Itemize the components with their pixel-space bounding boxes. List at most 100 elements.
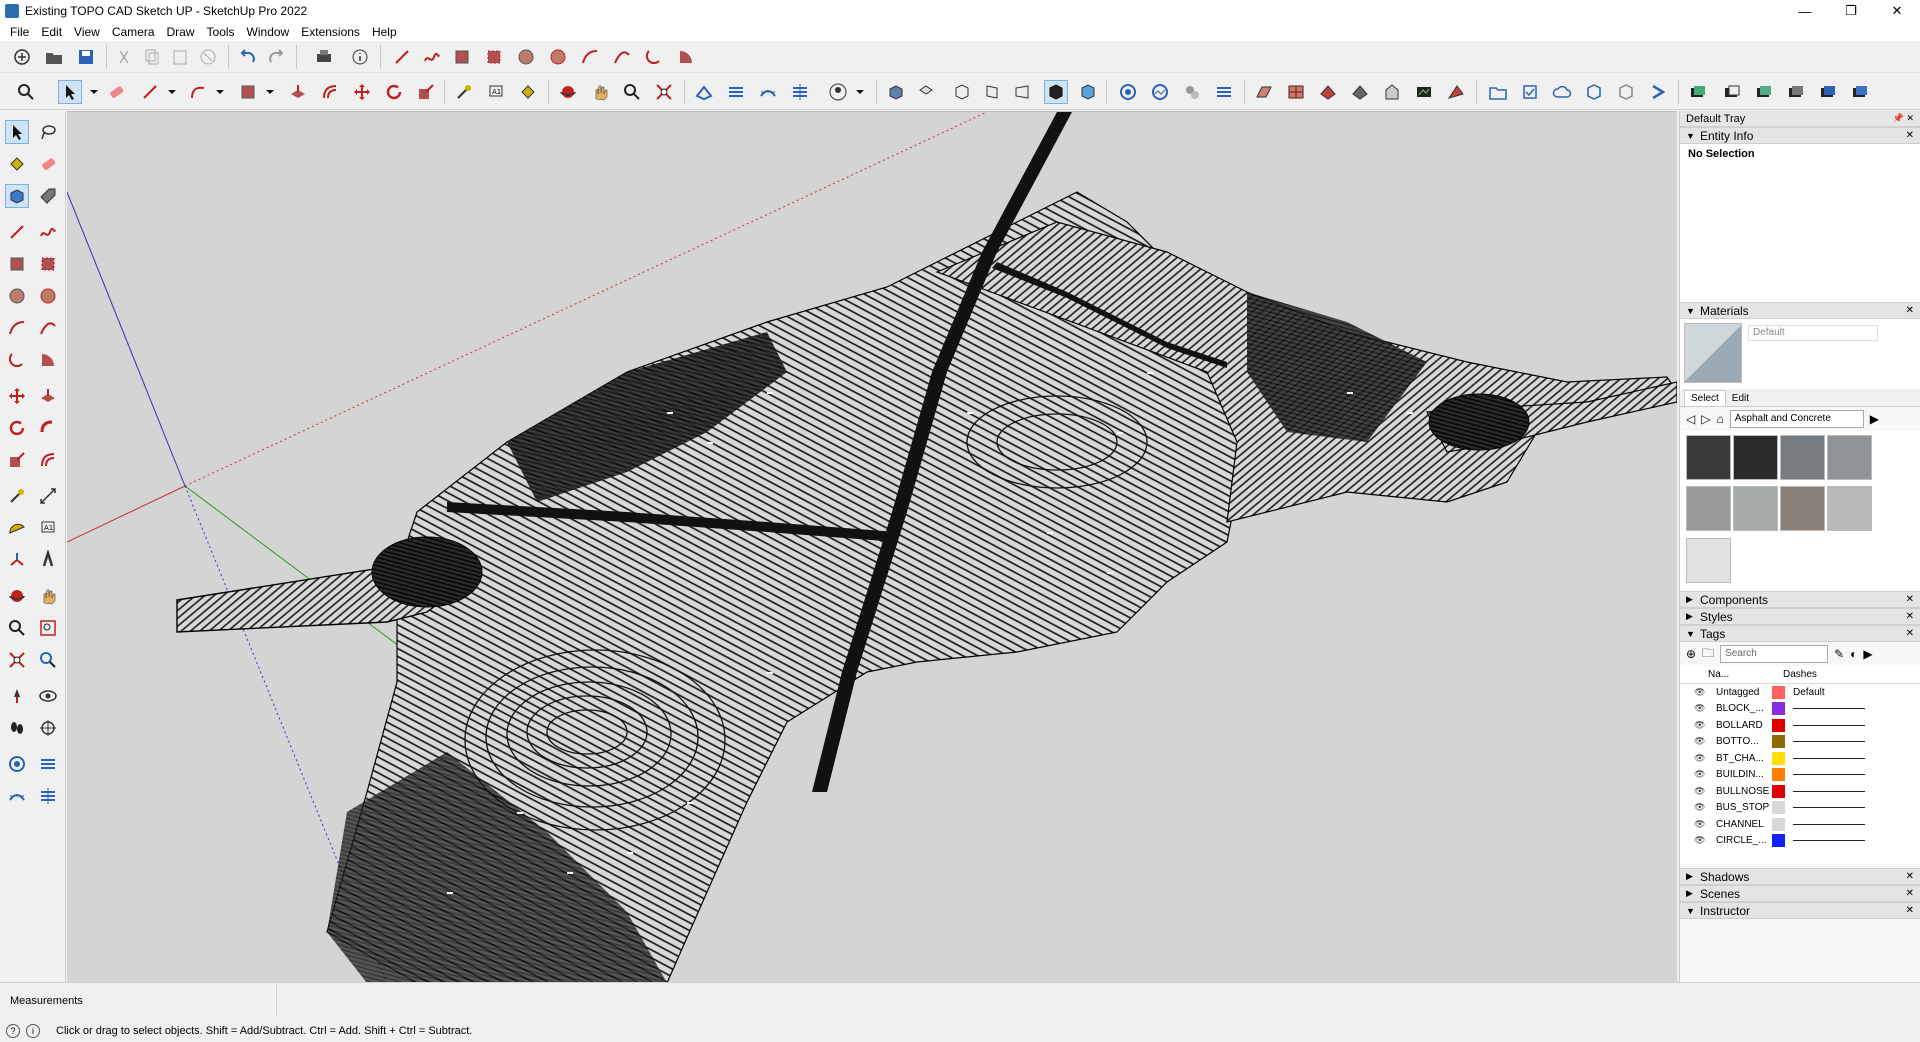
three-point-arc-icon[interactable]	[642, 45, 666, 69]
panel-close-icon[interactable]: ✕	[1906, 305, 1914, 316]
undo-icon[interactable]	[236, 45, 260, 69]
tag-color-swatch[interactable]	[1772, 751, 1785, 765]
tags-col-dashes[interactable]: Dashes	[1783, 669, 1817, 680]
search-icon[interactable]	[14, 80, 38, 104]
push-pull-icon[interactable]	[36, 384, 60, 408]
paint-bucket-icon[interactable]	[5, 152, 29, 176]
three-point-arc-icon[interactable]	[5, 348, 29, 372]
material-library-select[interactable]: Asphalt and Concrete	[1729, 410, 1864, 428]
layout-icon[interactable]	[1444, 80, 1468, 104]
roundabout-east[interactable]	[1428, 393, 1530, 451]
extension-warehouse-icon[interactable]	[1412, 80, 1436, 104]
back-view-icon[interactable]	[1010, 80, 1034, 104]
tag-color-swatch[interactable]	[1772, 784, 1785, 798]
select-tool-icon[interactable]	[5, 120, 29, 144]
display-section-cuts-icon[interactable]	[1348, 80, 1372, 104]
tag-pencil-icon[interactable]: ✎	[1834, 647, 1844, 661]
iso-view-icon[interactable]	[884, 80, 908, 104]
trimble-connect-icon[interactable]	[1582, 80, 1606, 104]
print-icon[interactable]	[312, 45, 336, 69]
add-location-icon[interactable]	[1116, 80, 1140, 104]
home-icon[interactable]: ⌂	[1716, 412, 1723, 426]
tag-color-swatch[interactable]	[1772, 735, 1785, 749]
rectangle-tool-icon[interactable]	[450, 45, 474, 69]
layer-tool-1-icon[interactable]	[1686, 80, 1710, 104]
material-name-field[interactable]: Default	[1748, 325, 1878, 341]
paint-bucket-icon[interactable]	[516, 80, 540, 104]
follow-me-icon[interactable]	[36, 416, 60, 440]
position-camera-icon[interactable]	[5, 684, 29, 708]
menu-draw[interactable]: Draw	[161, 25, 201, 39]
tag-row[interactable]: 👁 BLOCK_...	[1680, 701, 1920, 718]
add-tag-folder-icon[interactable]: 🗀	[1702, 644, 1714, 665]
material-tile[interactable]	[1686, 486, 1731, 532]
model-viewport[interactable]	[67, 111, 1677, 982]
instructor-header[interactable]: ▼ Instructor ✕	[1680, 902, 1920, 919]
eraser-tool-icon[interactable]	[36, 152, 60, 176]
save-icon[interactable]	[74, 45, 98, 69]
arc-dropdown-icon[interactable]	[208, 80, 232, 104]
front-view-icon[interactable]	[950, 80, 974, 104]
visibility-eye-icon[interactable]: 👁	[1694, 835, 1708, 846]
rectangle-tool-icon[interactable]	[236, 80, 260, 104]
shaded-style-icon[interactable]	[1076, 80, 1100, 104]
maximize-button[interactable]: ❐	[1828, 0, 1874, 22]
pan-tool-icon[interactable]	[36, 584, 60, 608]
tag-row[interactable]: 👁 BOTTO...	[1680, 734, 1920, 751]
current-material-swatch[interactable]	[1684, 323, 1742, 383]
axes-tool-icon[interactable]	[5, 548, 29, 572]
cut-icon[interactable]	[112, 45, 136, 69]
tags-search-input[interactable]: Search	[1720, 645, 1829, 663]
two-point-arc-icon[interactable]	[610, 45, 634, 69]
circle-tool-icon[interactable]	[514, 45, 538, 69]
tag-color-swatch[interactable]	[1772, 834, 1785, 848]
shape-dropdown-icon[interactable]	[258, 80, 282, 104]
close-button[interactable]: ✕	[1874, 0, 1920, 22]
make-component-icon[interactable]	[5, 184, 29, 208]
line-dropdown-icon[interactable]	[160, 80, 184, 104]
rotate-tool-icon[interactable]	[5, 416, 29, 440]
topo-model-canvas[interactable]	[67, 112, 1677, 982]
offset-tool-icon[interactable]	[318, 80, 342, 104]
move-tool-icon[interactable]	[5, 384, 29, 408]
smoove-icon[interactable]	[5, 784, 29, 808]
sandbox-from-contours-icon[interactable]	[692, 80, 716, 104]
panel-close-icon[interactable]: ✕	[1906, 871, 1914, 882]
tag-color-swatch[interactable]	[1772, 768, 1785, 782]
line-tool-icon[interactable]	[138, 80, 162, 104]
hidden-line-style-icon[interactable]	[1044, 80, 1068, 104]
freehand-tool-icon[interactable]	[420, 45, 444, 69]
menu-tools[interactable]: Tools	[201, 25, 241, 39]
minimize-button[interactable]: —	[1782, 0, 1828, 22]
new-file-icon[interactable]	[10, 45, 34, 69]
arc-tool-icon[interactable]	[186, 80, 210, 104]
details-arrow-icon[interactable]: ▶	[1863, 647, 1872, 661]
scale-tool-icon[interactable]	[5, 448, 29, 472]
sync-icon[interactable]	[1614, 80, 1638, 104]
previous-view-icon[interactable]	[36, 648, 60, 672]
arc-tool-icon[interactable]	[578, 45, 602, 69]
panel-close-icon[interactable]: ✕	[1906, 611, 1914, 622]
section-plane-icon[interactable]	[1252, 80, 1276, 104]
visibility-eye-icon[interactable]: 👁	[1694, 736, 1708, 747]
material-tile[interactable]	[1686, 435, 1731, 480]
sandbox-from-scratch-icon[interactable]	[36, 752, 60, 776]
visibility-eye-icon[interactable]: 👁	[1694, 703, 1708, 714]
checklist-icon[interactable]	[1518, 80, 1542, 104]
menu-file[interactable]: File	[4, 25, 35, 39]
help-icon[interactable]: ?	[6, 1024, 20, 1038]
display-section-planes-icon[interactable]	[1316, 80, 1340, 104]
text-tool-icon[interactable]: A1	[36, 516, 60, 540]
roundabout-west[interactable]	[371, 536, 483, 608]
zoom-extents-icon[interactable]	[652, 80, 676, 104]
tab-edit[interactable]: Edit	[1726, 391, 1755, 406]
tag-row[interactable]: 👁 BOLLARD	[1680, 717, 1920, 734]
model-info-icon[interactable]	[348, 45, 372, 69]
styles-header[interactable]: ▶ Styles ✕	[1680, 608, 1920, 625]
tag-row[interactable]: 👁 CIRCLE_...	[1680, 833, 1920, 850]
entity-info-header[interactable]: ▼ Entity Info ✕	[1680, 127, 1920, 144]
top-view-icon[interactable]	[914, 80, 938, 104]
copy-icon[interactable]	[140, 45, 164, 69]
section-plane-icon[interactable]	[36, 716, 60, 740]
protractor-icon[interactable]	[5, 516, 29, 540]
